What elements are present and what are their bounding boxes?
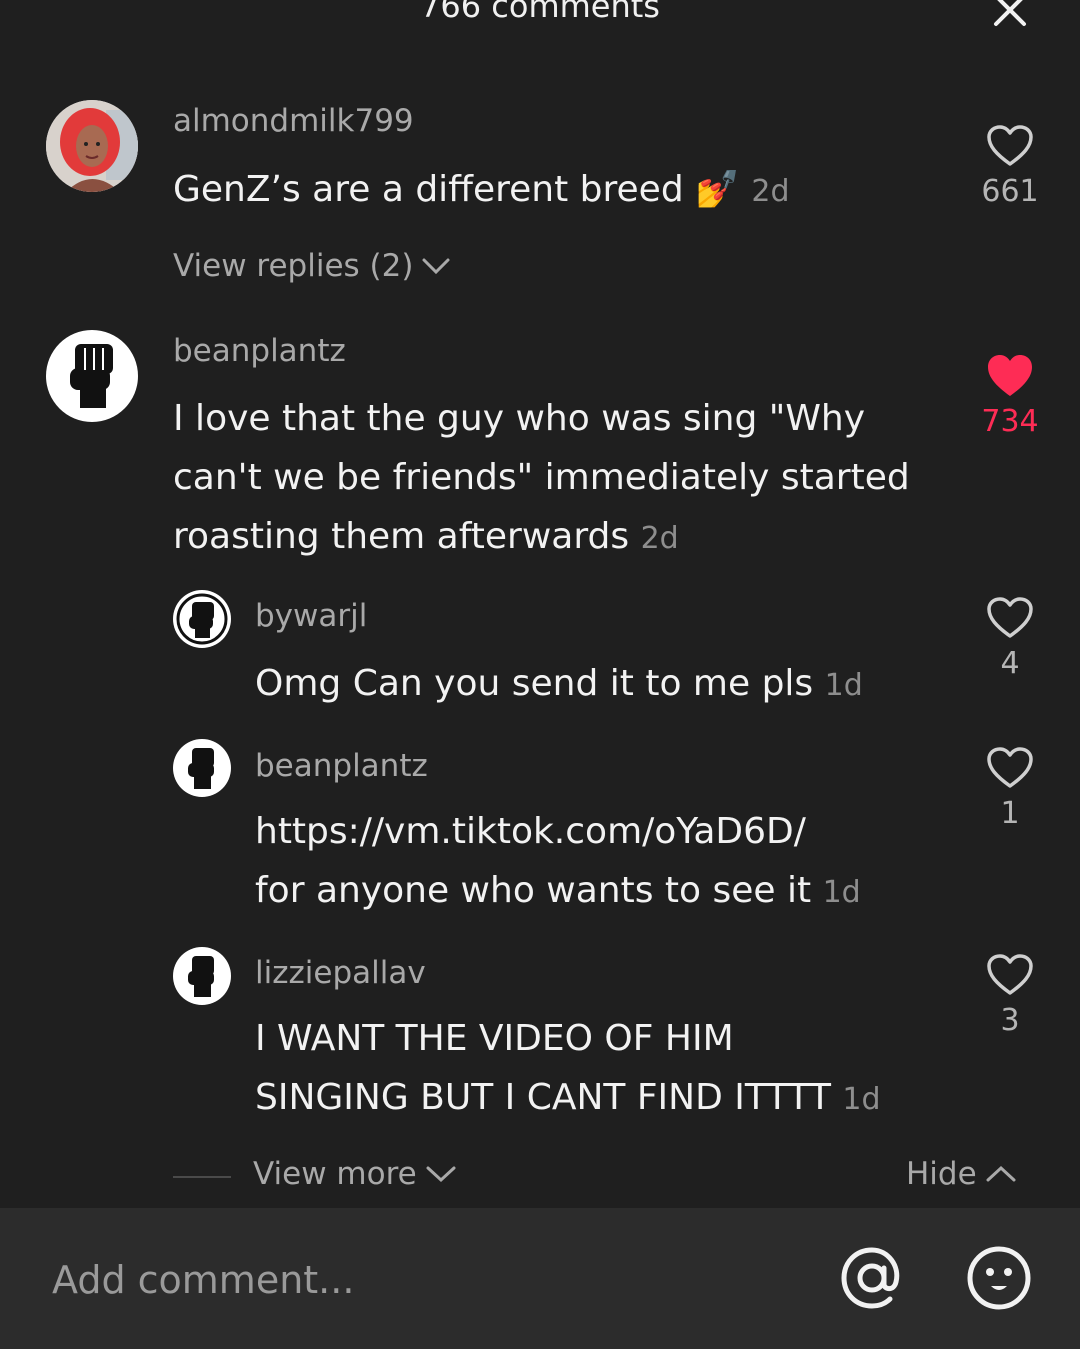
like-button[interactable]: 661 <box>975 124 1045 209</box>
comment-text: GenZ’s are a different breed 💅 2d <box>173 160 790 221</box>
avatar[interactable] <box>173 739 231 797</box>
timestamp: 1d <box>842 1082 881 1117</box>
heart-icon <box>987 954 1033 995</box>
comment-text: I WANT THE VIDEO OF HIM SINGING BUT I CA… <box>255 1009 955 1129</box>
emoji-button[interactable] <box>965 1244 1033 1312</box>
timestamp: 2d <box>751 174 790 209</box>
comment-link[interactable]: https://vm.tiktok.com/oYaD6D/ <box>255 802 955 861</box>
like-count: 3 <box>1000 1003 1020 1038</box>
raised-fist-icon <box>174 740 230 796</box>
raised-fist-icon <box>174 948 230 1004</box>
username[interactable]: beanplantz <box>255 748 428 784</box>
view-more-link[interactable]: View more <box>253 1156 457 1192</box>
close-icon <box>994 0 1026 26</box>
heart-filled-icon <box>988 355 1032 396</box>
like-count: 1 <box>1000 796 1020 831</box>
like-button[interactable]: 3 <box>975 953 1045 1038</box>
like-count: 4 <box>1000 646 1020 681</box>
heart-icon <box>987 747 1033 788</box>
chevron-down-icon <box>426 1166 456 1183</box>
heart-icon <box>987 125 1033 166</box>
hide-replies-link[interactable]: Hide <box>906 1156 1017 1192</box>
avatar[interactable] <box>173 590 231 648</box>
chevron-down-icon <box>422 258 450 275</box>
username[interactable]: lizziepallav <box>255 955 426 991</box>
comment-line: can't we be friends" immediately started <box>173 457 910 498</box>
comment-line: SINGING BUT I CANT FIND ITTTT <box>255 1077 831 1118</box>
timestamp: 2d <box>640 521 679 556</box>
like-button[interactable]: 1 <box>975 746 1045 831</box>
avatar[interactable] <box>46 330 138 422</box>
raised-fist-icon <box>48 332 136 420</box>
timestamp: 1d <box>822 875 861 910</box>
comment-line: I WANT THE VIDEO OF HIM <box>255 1018 734 1059</box>
nail-polish-emoji: 💅 <box>695 169 740 210</box>
comment-body: GenZ’s are a different breed <box>173 169 684 210</box>
comment-text: https://vm.tiktok.com/oYaD6D/ for anyone… <box>255 802 955 922</box>
mention-button[interactable] <box>838 1244 906 1312</box>
profile-photo <box>46 100 138 192</box>
view-replies-label: View replies (2) <box>173 248 414 284</box>
like-count: 734 <box>981 404 1039 439</box>
comment-line: roasting them afterwards <box>173 516 630 557</box>
avatar[interactable] <box>46 100 138 192</box>
comment-line: for anyone who wants to see it <box>255 870 812 911</box>
view-replies-link[interactable]: View replies (2) <box>173 248 451 284</box>
username[interactable]: bywarjl <box>255 598 367 634</box>
thread-divider <box>173 1176 231 1178</box>
username[interactable]: almondmilk799 <box>173 103 414 139</box>
close-button[interactable] <box>990 0 1030 30</box>
comment-text: Omg Can you send it to me pls 1d <box>255 654 863 715</box>
like-button[interactable]: 4 <box>975 596 1045 681</box>
raised-fist-icon <box>174 591 230 647</box>
avatar[interactable] <box>173 947 231 1005</box>
view-more-label: View more <box>253 1156 417 1192</box>
hide-label: Hide <box>906 1156 977 1192</box>
comments-count-title: 766 comments <box>420 0 660 25</box>
chevron-up-icon <box>986 1165 1016 1182</box>
comment-line: Omg Can you send it to me pls <box>255 663 814 704</box>
comment-composer <box>0 1208 1080 1349</box>
comment-text: I love that the guy who was sing "Why ca… <box>173 389 953 568</box>
heart-icon <box>987 597 1033 638</box>
at-icon <box>841 1247 900 1309</box>
username[interactable]: beanplantz <box>173 333 346 369</box>
comment-line: I love that the guy who was sing "Why <box>173 398 866 439</box>
like-button[interactable]: 734 <box>975 354 1045 439</box>
timestamp: 1d <box>824 668 863 703</box>
emoji-icon <box>967 1246 1031 1310</box>
add-comment-input[interactable] <box>50 1254 754 1306</box>
like-count: 661 <box>981 174 1039 209</box>
